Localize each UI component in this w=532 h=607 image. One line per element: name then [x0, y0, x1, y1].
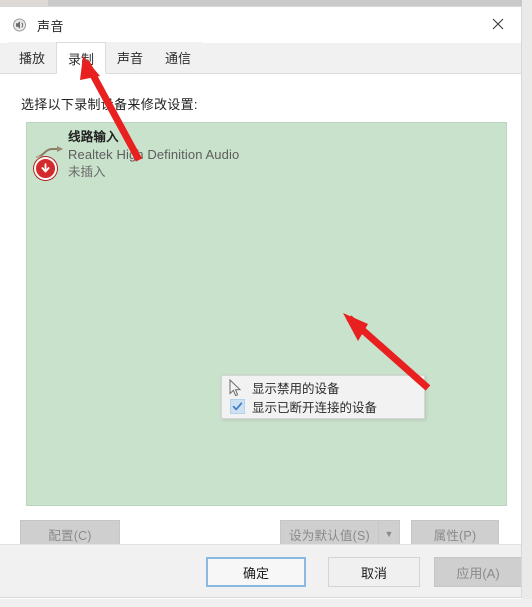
- ok-button[interactable]: 确定: [206, 557, 306, 587]
- checkbox-checked-icon[interactable]: [230, 399, 245, 414]
- tab-strip: 播放 录制 声音 通信: [0, 42, 521, 74]
- tab-playback-label: 播放: [19, 51, 46, 66]
- menu-item-show-disabled-devices[interactable]: 显示禁用的设备: [222, 378, 424, 397]
- unplugged-down-arrow-icon: [34, 157, 57, 180]
- dialog-title: 声音: [37, 18, 65, 34]
- desktop-background-right-edge: [522, 0, 532, 607]
- dialog-titlebar[interactable]: 声音: [0, 7, 521, 43]
- tab-recording-label: 录制: [68, 51, 95, 67]
- device-name: 线路输入: [68, 130, 119, 144]
- tab-recording[interactable]: 录制: [56, 42, 107, 74]
- properties-button-label: 属性(P): [433, 528, 477, 543]
- menu-item-show-disconnected-devices[interactable]: 显示已断开连接的设备: [222, 397, 424, 416]
- set-default-button-label: 设为默认值(S): [289, 528, 370, 543]
- close-icon[interactable]: [475, 7, 521, 41]
- tab-sounds[interactable]: 声音: [106, 42, 155, 73]
- cancel-button-label: 取消: [360, 565, 387, 581]
- cancel-button[interactable]: 取消: [328, 557, 420, 587]
- apply-button[interactable]: 应用(A): [434, 557, 521, 587]
- tab-communications-label: 通信: [165, 51, 192, 66]
- ok-button-label: 确定: [242, 565, 269, 581]
- device-text-group: 线路输入 Realtek High Definition Audio 未插入: [68, 127, 239, 181]
- list-item[interactable]: 线路输入 Realtek High Definition Audio 未插入: [32, 127, 362, 181]
- dialog-content: 选择以下录制设备来修改设置: 线路输入 Realtek High Definit…: [0, 74, 521, 597]
- mouse-cursor-icon: [229, 379, 242, 397]
- device-description: Realtek High Definition Audio: [68, 147, 240, 163]
- sound-dialog: 声音 播放 录制 声音 通信 选择以下录制设备来修改设置: 线路输入 Realt…: [0, 6, 522, 598]
- tab-playback[interactable]: 播放: [8, 42, 57, 73]
- recording-device-list[interactable]: 线路输入 Realtek High Definition Audio 未插入 显…: [26, 122, 507, 506]
- menu-item-show-disconnected-devices-label: 显示已断开连接的设备: [252, 401, 378, 415]
- tab-communications[interactable]: 通信: [154, 42, 203, 73]
- device-status: 未插入: [68, 165, 106, 180]
- context-menu: 显示禁用的设备 显示已断开连接的设备: [221, 375, 425, 419]
- apply-button-label: 应用(A): [456, 565, 500, 581]
- tab-sounds-label: 声音: [117, 51, 144, 66]
- desktop-background-bottom-edge: [0, 599, 532, 607]
- device-icon-group: [32, 127, 68, 180]
- set-default-arrow-label: ▼: [384, 529, 394, 539]
- dialog-footer: 确定 取消 应用(A): [0, 544, 521, 597]
- speaker-icon: [12, 17, 28, 33]
- configure-button-label: 配置(C): [48, 528, 92, 543]
- menu-item-show-disabled-devices-label: 显示禁用的设备: [252, 382, 340, 396]
- instruction-text: 选择以下录制设备来修改设置:: [21, 97, 198, 112]
